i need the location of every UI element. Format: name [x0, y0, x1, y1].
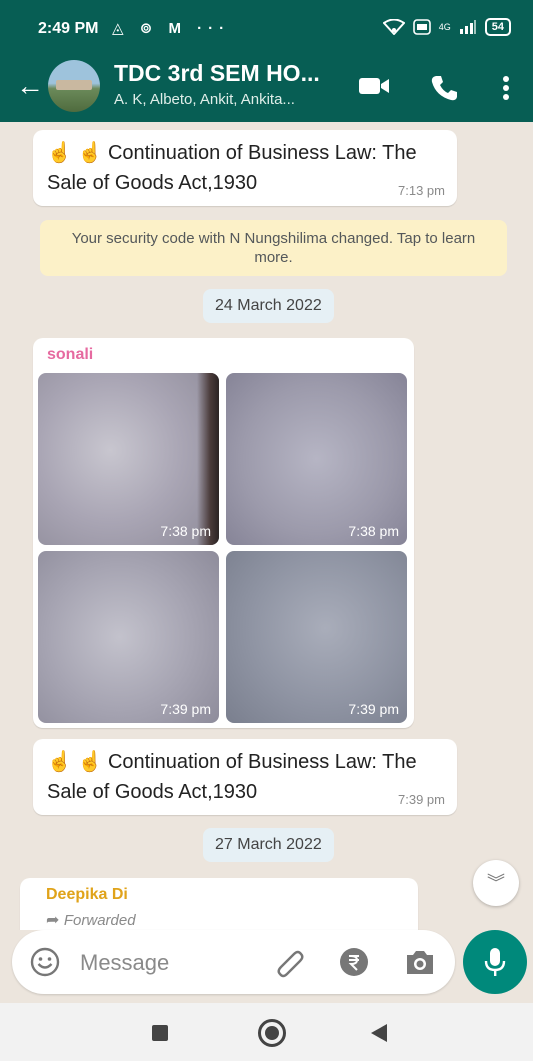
back-nav-icon[interactable]	[370, 1023, 388, 1043]
photo-thumbnail[interactable]: 7:39 pm	[38, 551, 219, 723]
mic-icon	[484, 948, 506, 976]
attach-icon[interactable]	[274, 946, 306, 978]
message-bubble[interactable]: Deepika Di ➦ Forwarded	[20, 878, 418, 930]
more-vert-icon[interactable]	[500, 74, 512, 102]
scroll-down-icon[interactable]: ︾	[473, 860, 519, 906]
group-avatar[interactable]	[48, 60, 100, 112]
forward-icon: ➦	[46, 912, 60, 929]
security-code-notice[interactable]: Your security code with N Nungshilima ch…	[40, 220, 507, 276]
voice-call-icon[interactable]	[430, 74, 458, 102]
message-composer[interactable]: Message	[12, 930, 455, 994]
back-arrow-icon[interactable]: ←	[16, 72, 44, 100]
rupee-icon[interactable]	[339, 947, 369, 977]
group-title[interactable]: TDC 3rd SEM HO...	[114, 60, 320, 87]
app-bar: ← TDC 3rd SEM HO... A. K, Albeto, Ankit,…	[0, 60, 533, 122]
pointing-up-emoji: ☝️ ☝️	[47, 142, 103, 164]
message-text-line2: Sale of Goods Act,1930	[47, 172, 258, 194]
photo-time: 7:38 pm	[348, 523, 399, 539]
photo-thumbnail[interactable]: 7:38 pm	[226, 373, 407, 545]
volte-icon	[412, 19, 431, 35]
sender-name: sonali	[47, 346, 94, 363]
video-call-icon[interactable]	[358, 74, 390, 98]
photo-thumbnail[interactable]: 7:38 pm	[38, 373, 219, 545]
message-time: 7:39 pm	[398, 792, 445, 807]
sender-name: Deepika Di	[46, 886, 128, 903]
emoji-icon[interactable]	[30, 947, 60, 977]
status-bar: 2:49 PM ◬ ⊚ M ··· 4G 54	[0, 0, 533, 60]
system-nav-bar	[0, 1003, 533, 1061]
camera-icon[interactable]	[404, 947, 436, 977]
signal-icon	[459, 20, 476, 34]
forwarded-label: ➦ Forwarded	[46, 912, 136, 929]
message-text-line1: Continuation of Business Law: The	[107, 751, 417, 773]
pointing-up-emoji: ☝️ ☝️	[47, 751, 103, 773]
photo-album-bubble[interactable]: sonali 7:38 pm 7:38 pm 7:39 pm 7:39 pm	[33, 338, 414, 728]
message-time: 7:13 pm	[398, 183, 445, 198]
photo-thumbnail[interactable]: 7:39 pm	[226, 551, 407, 723]
chat-area[interactable]: ☝️ ☝️ Continuation of Business Law: The …	[0, 122, 533, 930]
status-right: 4G 54	[382, 18, 511, 36]
home-button[interactable]	[258, 1019, 286, 1047]
battery-indicator: 54	[484, 18, 511, 36]
photo-time: 7:39 pm	[160, 701, 211, 717]
message-input[interactable]: Message	[80, 950, 169, 976]
top-bar: 2:49 PM ◬ ⊚ M ··· 4G 54 ← TDC 3rd SEM HO…	[0, 0, 533, 122]
date-chip: 24 March 2022	[203, 289, 334, 323]
date-chip: 27 March 2022	[203, 828, 334, 862]
recents-button[interactable]	[152, 1025, 168, 1041]
wifi-icon	[382, 19, 405, 35]
message-bubble[interactable]: ☝️ ☝️ Continuation of Business Law: The …	[33, 739, 457, 815]
photo-time: 7:39 pm	[348, 701, 399, 717]
voice-record-button[interactable]	[463, 930, 527, 994]
message-text-line1: Continuation of Business Law: The	[107, 142, 417, 164]
message-bubble[interactable]: ☝️ ☝️ Continuation of Business Law: The …	[33, 130, 457, 206]
notification-icons: ◬ ⊚ M ···	[112, 20, 231, 37]
group-members[interactable]: A. K, Albeto, Ankit, Ankita...	[114, 91, 295, 108]
status-time: 2:49 PM	[38, 20, 99, 37]
photo-time: 7:38 pm	[160, 523, 211, 539]
network-type: 4G	[438, 22, 451, 32]
message-text-line2: Sale of Goods Act,1930	[47, 781, 258, 803]
